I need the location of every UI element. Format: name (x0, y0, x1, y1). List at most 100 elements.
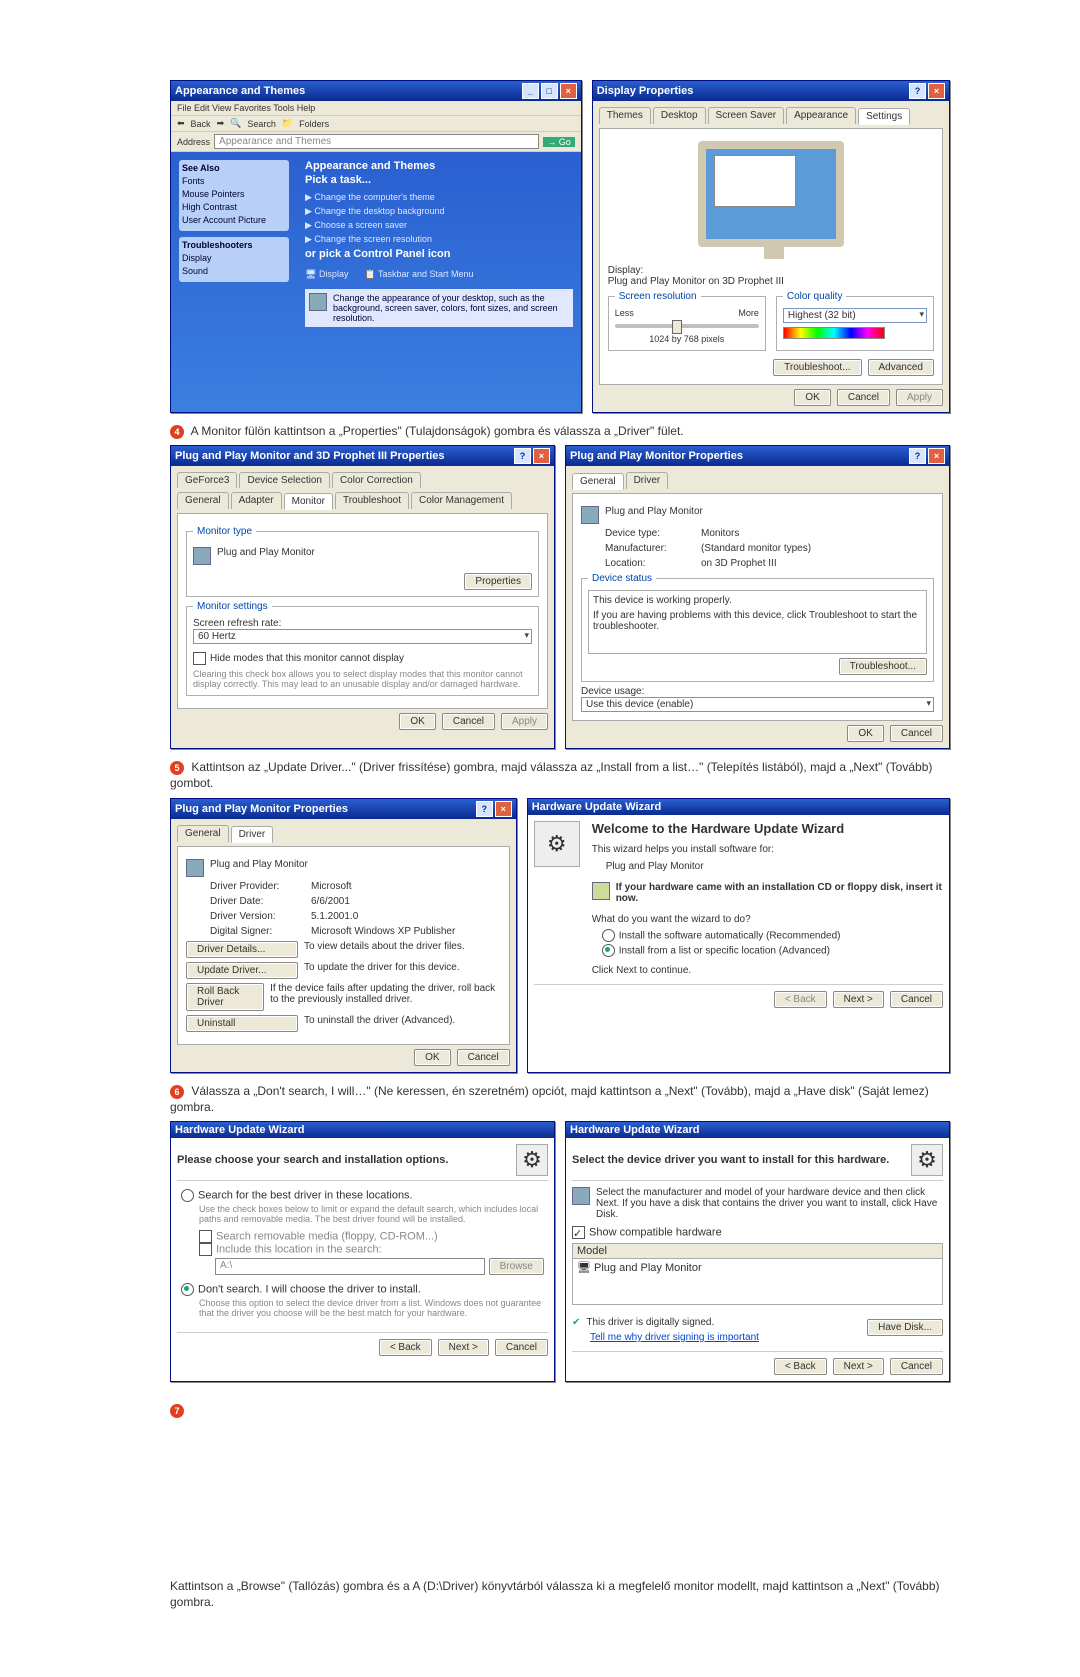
tab-geforce3[interactable]: GeForce3 (177, 472, 237, 488)
cpl-max-icon[interactable]: □ (541, 83, 558, 99)
cancel-button[interactable]: Cancel (890, 725, 943, 742)
tab-general[interactable]: General (572, 473, 624, 490)
cancel-button[interactable]: Cancel (837, 389, 890, 406)
step5-text: Kattintson az „Update Driver..." (Driver… (170, 760, 932, 790)
tab-adapter[interactable]: Adapter (231, 492, 282, 509)
go-button[interactable]: → Go (543, 137, 575, 147)
tab-color-correction[interactable]: Color Correction (332, 472, 421, 488)
update-driver-button[interactable]: Update Driver... (186, 962, 298, 979)
wiz1-heading: Welcome to the Hardware Update Wizard (592, 821, 943, 836)
see-also-item[interactable]: Mouse Pointers (182, 189, 286, 199)
ok-button[interactable]: OK (399, 713, 435, 730)
task-link[interactable]: Choose a screen saver (314, 220, 407, 230)
advanced-button[interactable]: Advanced (868, 359, 934, 376)
wiz1-back-button[interactable]: < Back (774, 991, 827, 1008)
ok-button[interactable]: OK (414, 1049, 450, 1066)
step7-text: Kattintson a „Browse" (Tallózás) gombra … (170, 1578, 950, 1610)
tab-desktop[interactable]: Desktop (653, 107, 706, 124)
help-icon[interactable]: ? (514, 448, 531, 464)
help-icon[interactable]: ? (909, 83, 926, 99)
ok-button[interactable]: OK (847, 725, 883, 742)
monitor-settings-legend: Monitor settings (193, 601, 272, 612)
tab-general[interactable]: General (177, 825, 229, 842)
wiz2-cb-removable-label: Search removable media (floppy, CD-ROM..… (216, 1230, 438, 1242)
cpl-icon-display[interactable]: Display (319, 269, 349, 279)
ok-button[interactable]: OK (794, 389, 830, 406)
wiz1-title: Hardware Update Wizard (532, 801, 662, 813)
wizard-icon: ⚙ (911, 1144, 943, 1176)
tab-appearance[interactable]: Appearance (786, 107, 856, 124)
close-icon[interactable]: × (495, 801, 512, 817)
tab-screensaver[interactable]: Screen Saver (708, 107, 785, 124)
wiz2-opt-dont-radio[interactable] (181, 1283, 194, 1296)
address-bar[interactable]: Appearance and Themes (214, 134, 539, 149)
see-also-item[interactable]: User Account Picture (182, 215, 286, 225)
task-link[interactable]: Change the computer's theme (314, 192, 434, 202)
wiz3-show-compat-checkbox[interactable]: ✓ (572, 1226, 585, 1239)
wiz2-back-button[interactable]: < Back (379, 1339, 432, 1356)
cancel-button[interactable]: Cancel (442, 713, 495, 730)
display-props-titlebar: Display Properties ? × (593, 81, 949, 101)
apply-button[interactable]: Apply (896, 389, 943, 406)
wiz1-cancel-button[interactable]: Cancel (890, 991, 943, 1008)
row-driver-and-wizard1: Plug and Play Monitor Properties ?× Gene… (170, 798, 950, 1073)
tab-monitor[interactable]: Monitor (284, 493, 333, 510)
tab-color-mgmt[interactable]: Color Management (411, 492, 512, 509)
apply-button[interactable]: Apply (501, 713, 548, 730)
tab-settings[interactable]: Settings (858, 108, 910, 125)
close-icon[interactable]: × (928, 83, 945, 99)
wiz3-next-button[interactable]: Next > (833, 1358, 884, 1375)
wiz3-back-button[interactable]: < Back (774, 1358, 827, 1375)
cpl-close-icon[interactable]: × (560, 83, 577, 99)
ts-item[interactable]: Sound (182, 266, 286, 276)
properties-button[interactable]: Properties (464, 573, 532, 590)
tab-device-selection[interactable]: Device Selection (239, 472, 329, 488)
wiz1-opt-list-radio[interactable] (602, 944, 615, 957)
driver-details-button[interactable]: Driver Details... (186, 941, 298, 958)
uninstall-button[interactable]: Uninstall (186, 1015, 298, 1032)
troubleshoot-button[interactable]: Troubleshoot... (839, 658, 927, 675)
cpl-icon-taskbar[interactable]: Taskbar and Start Menu (378, 269, 474, 279)
wiz2-cancel-button[interactable]: Cancel (495, 1339, 548, 1356)
driver-details-desc: To view details about the driver files. (304, 941, 465, 952)
device-type-value: Monitors (701, 528, 739, 539)
wiz3-tellme-link[interactable]: Tell me why driver signing is important (590, 1332, 759, 1343)
color-quality-select[interactable]: Highest (32 bit) (783, 308, 927, 323)
close-icon[interactable]: × (533, 448, 550, 464)
folders-btn[interactable]: Folders (299, 119, 329, 129)
device-usage-select[interactable]: Use this device (enable) (581, 697, 934, 712)
wiz1-next-hint: Click Next to continue. (592, 965, 943, 976)
task-link[interactable]: Change the desktop background (314, 206, 444, 216)
ts-item[interactable]: Display (182, 253, 286, 263)
tab-themes[interactable]: Themes (599, 107, 651, 124)
device-name: Plug and Play Monitor (210, 859, 308, 870)
see-also-item[interactable]: High Contrast (182, 202, 286, 212)
cpl-min-icon[interactable]: _ (522, 83, 539, 99)
tab-driver[interactable]: Driver (231, 826, 274, 843)
troubleshoot-button[interactable]: Troubleshoot... (773, 359, 861, 376)
tab-troubleshoot[interactable]: Troubleshoot (335, 492, 409, 509)
task-link[interactable]: Change the screen resolution (314, 234, 432, 244)
help-icon[interactable]: ? (909, 448, 926, 464)
location-label: Location: (605, 558, 695, 569)
wiz1-next-button[interactable]: Next > (833, 991, 884, 1008)
resolution-slider[interactable] (615, 324, 759, 328)
refresh-rate-select[interactable]: 60 Hertz (193, 629, 532, 644)
see-also-item[interactable]: Fonts (182, 176, 286, 186)
search-btn[interactable]: Search (247, 119, 276, 129)
rollback-driver-button[interactable]: Roll Back Driver (186, 983, 264, 1011)
close-icon[interactable]: × (928, 448, 945, 464)
tab-general[interactable]: General (177, 492, 229, 509)
version-value: 5.1.2001.0 (311, 911, 358, 922)
wiz3-cancel-button[interactable]: Cancel (890, 1358, 943, 1375)
help-icon[interactable]: ? (476, 801, 493, 817)
have-disk-button[interactable]: Have Disk... (867, 1319, 943, 1336)
wiz2-next-button[interactable]: Next > (438, 1339, 489, 1356)
hide-modes-checkbox[interactable] (193, 652, 206, 665)
cancel-button[interactable]: Cancel (457, 1049, 510, 1066)
wiz2-opt-search-radio[interactable] (181, 1189, 194, 1202)
wiz1-opt-auto-radio[interactable] (602, 929, 615, 942)
model-item[interactable]: Plug and Play Monitor (594, 1262, 702, 1274)
back-btn[interactable]: Back (191, 119, 211, 129)
tab-driver[interactable]: Driver (626, 472, 669, 489)
